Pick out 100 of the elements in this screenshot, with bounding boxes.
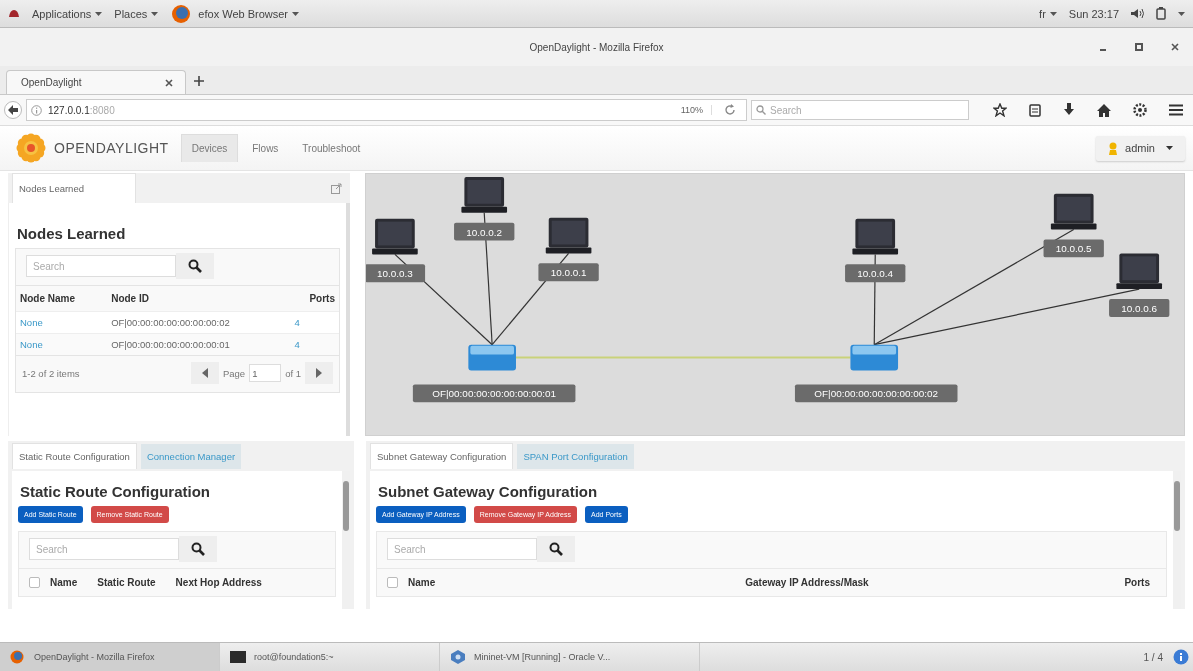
- search-icon: [191, 542, 205, 556]
- search-button[interactable]: [537, 536, 575, 562]
- browser-icon: [10, 650, 26, 664]
- nav-tab[interactable]: Devices: [180, 134, 239, 162]
- column-header: Name: [408, 577, 436, 588]
- hat-icon: [8, 8, 20, 19]
- node-label: 10.0.0.5: [1043, 239, 1104, 258]
- node-label: 10.0.0.1: [538, 263, 599, 282]
- menu-item[interactable]: efox Web Browser: [198, 7, 300, 20]
- column-header: Name: [50, 577, 78, 588]
- workspace-indicator[interactable]: 1 / 4: [1143, 651, 1163, 663]
- menu-item[interactable]: Applications: [32, 7, 103, 20]
- info-icon: [31, 104, 42, 116]
- panel-title: Subnet Gateway Configuration: [378, 483, 599, 500]
- caret-icon: [1049, 11, 1057, 16]
- browser-tab[interactable]: OpenDaylight: [6, 70, 186, 94]
- laptop-icon[interactable]: [461, 177, 508, 213]
- right-arrow-icon: [316, 368, 322, 378]
- panel-title: Static Route Configuration: [20, 483, 211, 500]
- taskbar-item[interactable]: root@foundation5:~: [220, 643, 440, 671]
- close-icon[interactable]: [1171, 43, 1179, 51]
- download-icon[interactable]: [1063, 103, 1075, 117]
- menu-item[interactable]: Places: [114, 7, 159, 20]
- battery-icon: [1156, 7, 1166, 20]
- caret-icon: [151, 11, 159, 16]
- caret-icon: [1166, 146, 1173, 150]
- panel-tab[interactable]: Static Route Configuration: [12, 443, 137, 469]
- column-header: Next Hop Address: [175, 577, 262, 588]
- new-tab-icon[interactable]: [194, 76, 204, 86]
- keyboard-menu[interactable]: fr: [1039, 7, 1057, 20]
- back-icon[interactable]: [4, 101, 22, 119]
- search-field[interactable]: Search: [29, 538, 179, 560]
- laptop-icon[interactable]: [372, 218, 418, 255]
- browser-icon: [170, 3, 193, 24]
- checkbox[interactable]: [29, 577, 40, 588]
- laptop-icon[interactable]: [852, 218, 899, 255]
- search-icon: [756, 105, 766, 115]
- panel-tab[interactable]: Subnet Gateway Configuration: [370, 443, 514, 469]
- checkbox[interactable]: [387, 577, 398, 588]
- column-header: Gateway IP Address/Mask: [745, 577, 869, 588]
- logo-icon: [16, 133, 46, 163]
- gear-icon[interactable]: [1133, 103, 1147, 117]
- page-label: Page: [222, 367, 246, 379]
- search-button[interactable]: [176, 253, 214, 279]
- panel-tab[interactable]: Nodes Learned: [12, 173, 136, 203]
- laptop-icon[interactable]: [1050, 193, 1097, 230]
- search-icon: [188, 259, 202, 273]
- search-field[interactable]: Search: [751, 100, 969, 120]
- caret-icon: [1178, 11, 1185, 16]
- switch-icon[interactable]: [850, 344, 899, 371]
- laptop-icon[interactable]: [545, 217, 592, 254]
- table-cell[interactable]: None: [16, 311, 108, 334]
- search-field[interactable]: Search: [26, 255, 176, 277]
- node-label: OF|00:00:00:00:00:00:00:02: [794, 384, 958, 403]
- taskbar-item[interactable]: Mininet-VM [Running] - Oracle V...: [440, 643, 700, 671]
- url-text: 127.0.0.1:8080: [48, 104, 115, 116]
- maximize-icon[interactable]: [1135, 43, 1143, 51]
- column-header: Ports: [1124, 577, 1150, 588]
- page-field[interactable]: 1: [249, 364, 282, 382]
- nav-tab[interactable]: Troubleshoot: [292, 134, 371, 162]
- menu-icon[interactable]: [1169, 104, 1183, 116]
- user-icon: [1108, 141, 1119, 155]
- search-icon: [549, 542, 563, 556]
- node-label: 10.0.0.4: [845, 264, 906, 283]
- address-field[interactable]: 127.0.0.1:8080 110%: [26, 99, 747, 121]
- brand-name: OPENDAYLIGHT: [54, 140, 169, 156]
- caret-icon: [292, 11, 300, 16]
- node-label: OF|00:00:00:00:00:00:00:01: [412, 384, 576, 403]
- next-page-button[interactable]: [305, 362, 333, 384]
- table-cell: OF|00:00:00:00:00:00:00:02: [107, 311, 291, 334]
- node-label: 10.0.0.6: [1109, 299, 1170, 317]
- info-icon[interactable]: [1173, 649, 1189, 665]
- nav-tab[interactable]: Flows: [242, 134, 289, 162]
- user-menu[interactable]: admin: [1096, 135, 1185, 161]
- panel-title: Nodes Learned: [17, 225, 127, 242]
- prev-page-button[interactable]: [190, 362, 219, 384]
- column-header: Static Route: [97, 577, 156, 588]
- reload-icon[interactable]: [724, 104, 736, 116]
- caret-icon: [95, 11, 103, 16]
- node-label: 10.0.0.3: [366, 264, 426, 283]
- close-icon[interactable]: [165, 78, 173, 87]
- star-icon[interactable]: [993, 103, 1007, 117]
- item-count: 1-2 of 2 items: [22, 367, 80, 379]
- terminal-icon: [230, 650, 246, 664]
- cube-icon: [450, 650, 466, 664]
- left-arrow-icon: [201, 368, 208, 378]
- node-label: 10.0.0.2: [454, 222, 515, 241]
- table-cell[interactable]: 4: [290, 311, 339, 334]
- clipboard-icon[interactable]: [1029, 103, 1041, 117]
- laptop-icon[interactable]: [1116, 253, 1163, 290]
- page-count: of 1: [285, 367, 301, 379]
- window-title: OpenDaylight - Mozilla Firefox: [529, 41, 664, 53]
- search-button[interactable]: [179, 536, 217, 562]
- taskbar-item[interactable]: OpenDaylight - Mozilla Firefox: [0, 643, 220, 671]
- search-field[interactable]: Search: [387, 538, 537, 560]
- clock[interactable]: Sun 23:17: [1068, 7, 1119, 20]
- switch-icon[interactable]: [468, 344, 516, 371]
- home-icon[interactable]: [1097, 103, 1111, 117]
- zoom-level[interactable]: 110%: [672, 105, 712, 115]
- volume-icon: [1131, 8, 1144, 19]
